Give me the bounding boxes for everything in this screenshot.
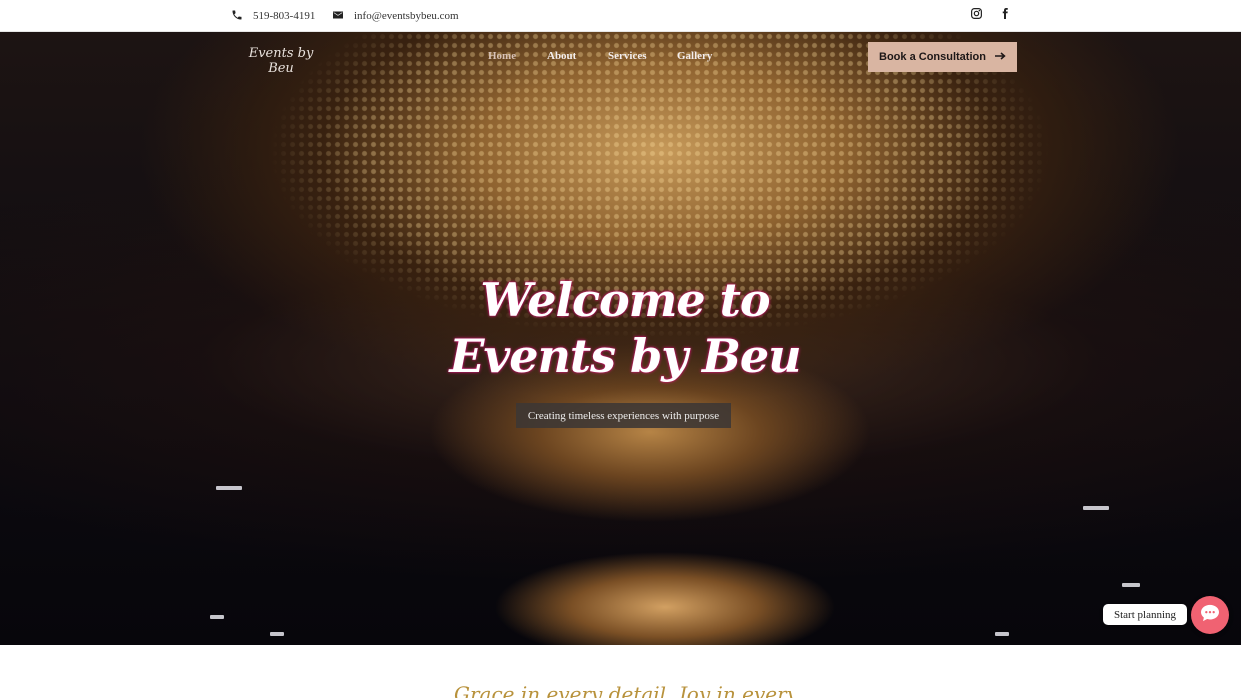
nav-gallery[interactable]: Gallery: [677, 50, 712, 62]
ceiling-light: [1083, 506, 1109, 510]
nav-about[interactable]: About: [547, 50, 576, 62]
chat-button[interactable]: [1191, 596, 1229, 634]
book-consultation-label: Book a Consultation: [879, 51, 986, 63]
start-planning-label[interactable]: Start planning: [1103, 604, 1187, 625]
hero-tagline: Creating timeless experiences with purpo…: [516, 403, 731, 428]
book-consultation-button[interactable]: Book a Consultation: [868, 42, 1017, 72]
instagram-icon: [970, 7, 983, 25]
nav-services[interactable]: Services: [608, 50, 646, 62]
phone-number: 519-803-4191: [253, 10, 316, 22]
site-logo[interactable]: Events by Beu: [240, 46, 322, 76]
headline-line-2: Events by Beu: [449, 329, 801, 383]
facebook-icon: [999, 7, 1011, 25]
section-script-heading: Grace in every detail. Joy in every mome…: [454, 682, 794, 698]
chat-bubble-icon: [1200, 604, 1220, 627]
ceiling-light: [995, 632, 1009, 636]
ceiling-light: [210, 615, 224, 619]
facebook-link[interactable]: [999, 0, 1011, 32]
email-address: info@eventsbybeu.com: [354, 10, 459, 22]
top-contact-bar: 519-803-4191 info@eventsbybeu.com: [0, 0, 1241, 32]
phone-icon: [231, 9, 243, 24]
instagram-link[interactable]: [970, 0, 983, 32]
headline-line-1: Welcome to: [480, 273, 770, 327]
arrow-right-icon: [994, 51, 1006, 64]
mail-icon: [332, 9, 344, 24]
hero-headline: Welcome to Events by Beu: [430, 272, 820, 384]
phone-contact[interactable]: 519-803-4191: [231, 0, 315, 32]
ceiling-light: [216, 486, 242, 490]
ceiling-light: [270, 632, 284, 636]
nav-home[interactable]: Home: [488, 50, 516, 62]
ceiling-light: [1122, 583, 1140, 587]
email-contact[interactable]: info@eventsbybeu.com: [332, 0, 459, 32]
